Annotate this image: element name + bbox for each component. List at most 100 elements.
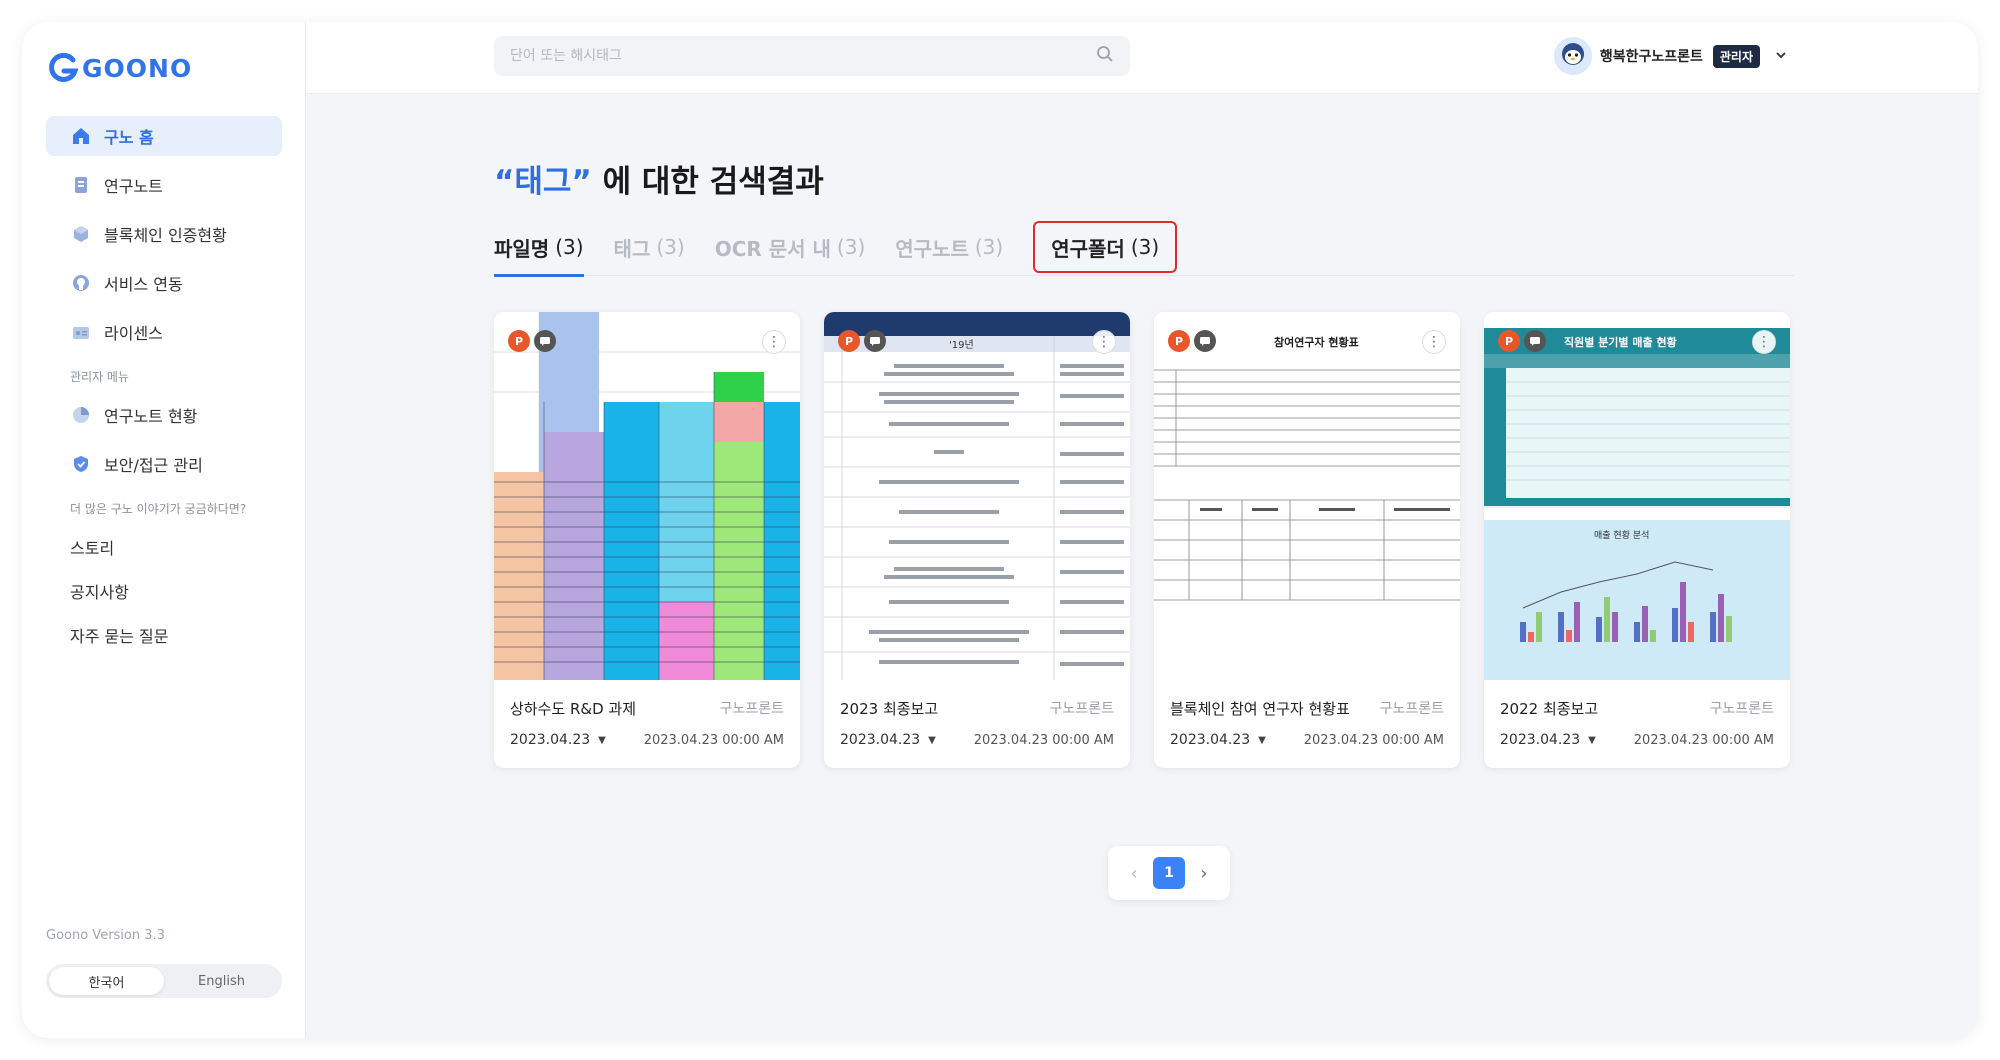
pagination: ‹ 1 › [1108, 846, 1230, 900]
file-owner: 구노프론트 [719, 701, 784, 717]
sidebar-item-security[interactable]: 보안/접근 관리 [46, 444, 282, 484]
file-name: 상하수도 R&D 과제 [510, 699, 637, 718]
sidebar: GOONO 구노 홈 연구노트 블록체인 인증현황 서비스 연동 라이센스 관리… [22, 22, 306, 1038]
license-icon [70, 321, 92, 343]
more-options-icon[interactable]: ⋮ [1422, 330, 1446, 354]
more-options-icon[interactable]: ⋮ [762, 330, 786, 354]
file-name: 블록체인 참여 연구자 현황표 [1170, 699, 1350, 718]
tab-research-note[interactable]: 연구노트 (3) [895, 218, 1003, 276]
shield-icon [70, 453, 92, 475]
file-card[interactable]: 직원별 분기별 매출 현황 매출 현황 분석 P ⋮ 2022 최종보고 구노프… [1484, 312, 1790, 768]
version-label: Goono Version 3.3 [46, 928, 165, 943]
sidebar-item-research-note[interactable]: 연구노트 [46, 165, 282, 205]
version-date: 2023.04.23 [840, 732, 921, 748]
version-date: 2023.04.23 [510, 732, 591, 748]
sidebar-item-home[interactable]: 구노 홈 [46, 116, 282, 156]
file-timestamp: 2023.04.23 00:00 AM [1303, 732, 1444, 748]
tab-label: 연구폴더 [1051, 236, 1125, 261]
tab-count: (3) [656, 235, 685, 259]
file-card[interactable]: P ⋮ 상하수도 R&D 과제 구노프론트 2023.04.23 ▼ 2023.0… [494, 312, 800, 768]
version-date-dropdown[interactable]: 2023.04.23 ▼ [840, 732, 936, 748]
tab-research-folder[interactable]: 연구폴더 (3) [1033, 221, 1178, 273]
sidebar-item-license[interactable]: 라이센스 [46, 312, 282, 352]
page-number-current[interactable]: 1 [1153, 857, 1185, 889]
home-icon [70, 125, 92, 147]
version-date-dropdown[interactable]: 2023.04.23 ▼ [1170, 732, 1266, 748]
file-name: 2023 최종보고 [840, 699, 939, 718]
thumb-subheader-text: 매출 현황 분석 [1594, 530, 1649, 541]
file-meta: 블록체인 참여 연구자 현황표 구노프론트 2023.04.23 ▼ 2023.0… [1154, 680, 1460, 768]
file-thumbnail: 직원별 분기별 매출 현황 매출 현황 분석 P ⋮ [1484, 312, 1790, 680]
tab-count: (3) [1130, 235, 1160, 259]
tab-filename[interactable]: 파일명 (3) [494, 218, 584, 277]
admin-menu-label: 관리자 메뉴 [70, 370, 130, 384]
file-card[interactable]: '19년 P ⋮ 2023 최종보고 구노프론트 2023.04.23 ▼ 20… [824, 312, 1130, 768]
file-meta: 2023 최종보고 구노프론트 2023.04.23 ▼ 2023.04.23 0… [824, 680, 1130, 768]
comment-icon [1194, 330, 1216, 352]
sidebar-item-label: 라이센스 [104, 324, 163, 343]
note-icon [70, 174, 92, 196]
more-stories-label: 더 많은 구노 이야기가 궁금하다면? [70, 502, 247, 516]
sidebar-item-label: 연구노트 [104, 177, 163, 196]
tab-label: 파일명 [494, 236, 550, 261]
github-icon [70, 272, 92, 294]
goono-logo-icon [46, 51, 80, 85]
sidebar-item-label: 보안/접근 관리 [104, 456, 203, 475]
file-owner: 구노프론트 [1049, 701, 1114, 717]
chevron-right-icon[interactable]: › [1189, 858, 1219, 888]
chevron-down-icon[interactable] [1774, 47, 1788, 66]
page-title: “태그” 에 대한 검색결과 [494, 156, 824, 201]
file-owner: 구노프론트 [1379, 701, 1444, 717]
powerpoint-file-icon: P [508, 330, 530, 352]
comment-icon [534, 330, 556, 352]
result-tabs: 파일명 (3) 태그 (3) OCR 문서 내 (3) 연구노트 (3) 연구폴더 (3) [494, 218, 1794, 277]
user-menu[interactable]: 행복한구노프론트 관리자 [1553, 36, 1788, 76]
language-option-english[interactable]: English [164, 967, 279, 995]
powerpoint-file-icon: P [1498, 330, 1520, 352]
sidebar-item-integration[interactable]: 서비스 연동 [46, 263, 282, 303]
file-timestamp: 2023.04.23 00:00 AM [643, 732, 784, 748]
file-card[interactable]: 참여연구자 현황표 P ⋮ 블록체인 참여 연구자 현황표 구노프론트 2023… [1154, 312, 1460, 768]
tab-count: (3) [974, 235, 1004, 259]
file-timestamp: 2023.04.23 00:00 AM [1633, 732, 1774, 748]
thumb-header-text: 직원별 분기별 매출 현황 [1564, 335, 1677, 349]
sidebar-link-faq[interactable]: 자주 묻는 질문 [46, 615, 282, 655]
comment-icon [864, 330, 886, 352]
user-name: 행복한구노프론트 [1599, 49, 1703, 65]
tab-count: (3) [555, 235, 584, 259]
file-thumbnail: '19년 P ⋮ [824, 312, 1130, 680]
title-suffix: 에 대한 검색결과 [591, 164, 824, 200]
caret-down-icon: ▼ [598, 734, 606, 746]
version-date: 2023.04.23 [1500, 732, 1581, 748]
more-options-icon[interactable]: ⋮ [1752, 330, 1776, 354]
tab-ocr[interactable]: OCR 문서 내 (3) [715, 218, 866, 276]
file-meta: 상하수도 R&D 과제 구노프론트 2023.04.23 ▼ 2023.04.23… [494, 680, 800, 768]
sidebar-link-notice[interactable]: 공지사항 [46, 571, 282, 611]
language-option-korean[interactable]: 한국어 [49, 967, 164, 995]
sidebar-item-label: 서비스 연동 [104, 275, 183, 294]
version-date-dropdown[interactable]: 2023.04.23 ▼ [510, 732, 606, 748]
caret-down-icon: ▼ [928, 734, 936, 746]
blockchain-icon [70, 223, 92, 245]
version-date-dropdown[interactable]: 2023.04.23 ▼ [1500, 732, 1596, 748]
chevron-left-icon[interactable]: ‹ [1119, 858, 1149, 888]
file-owner: 구노프론트 [1709, 701, 1774, 717]
search-bar [494, 36, 1130, 76]
search-icon[interactable] [1096, 45, 1114, 67]
sidebar-link-story[interactable]: 스토리 [46, 527, 282, 567]
language-toggle: 한국어 English [46, 964, 282, 998]
logo[interactable]: GOONO [46, 46, 192, 90]
thumb-header-text: '19년 [949, 339, 974, 351]
avatar [1553, 37, 1592, 75]
powerpoint-file-icon: P [1168, 330, 1190, 352]
tab-label: 태그 [613, 236, 651, 261]
search-input[interactable] [510, 48, 1096, 64]
more-options-icon[interactable]: ⋮ [1092, 330, 1116, 354]
tab-tag[interactable]: 태그 (3) [614, 218, 685, 276]
sidebar-item-blockchain[interactable]: 블록체인 인증현황 [46, 214, 282, 254]
tab-label: 연구노트 [895, 236, 969, 261]
logo-text: GOONO [82, 53, 193, 83]
sidebar-item-note-status[interactable]: 연구노트 현황 [46, 395, 282, 435]
version-date: 2023.04.23 [1170, 732, 1251, 748]
search-keyword: “태그” [494, 164, 592, 200]
